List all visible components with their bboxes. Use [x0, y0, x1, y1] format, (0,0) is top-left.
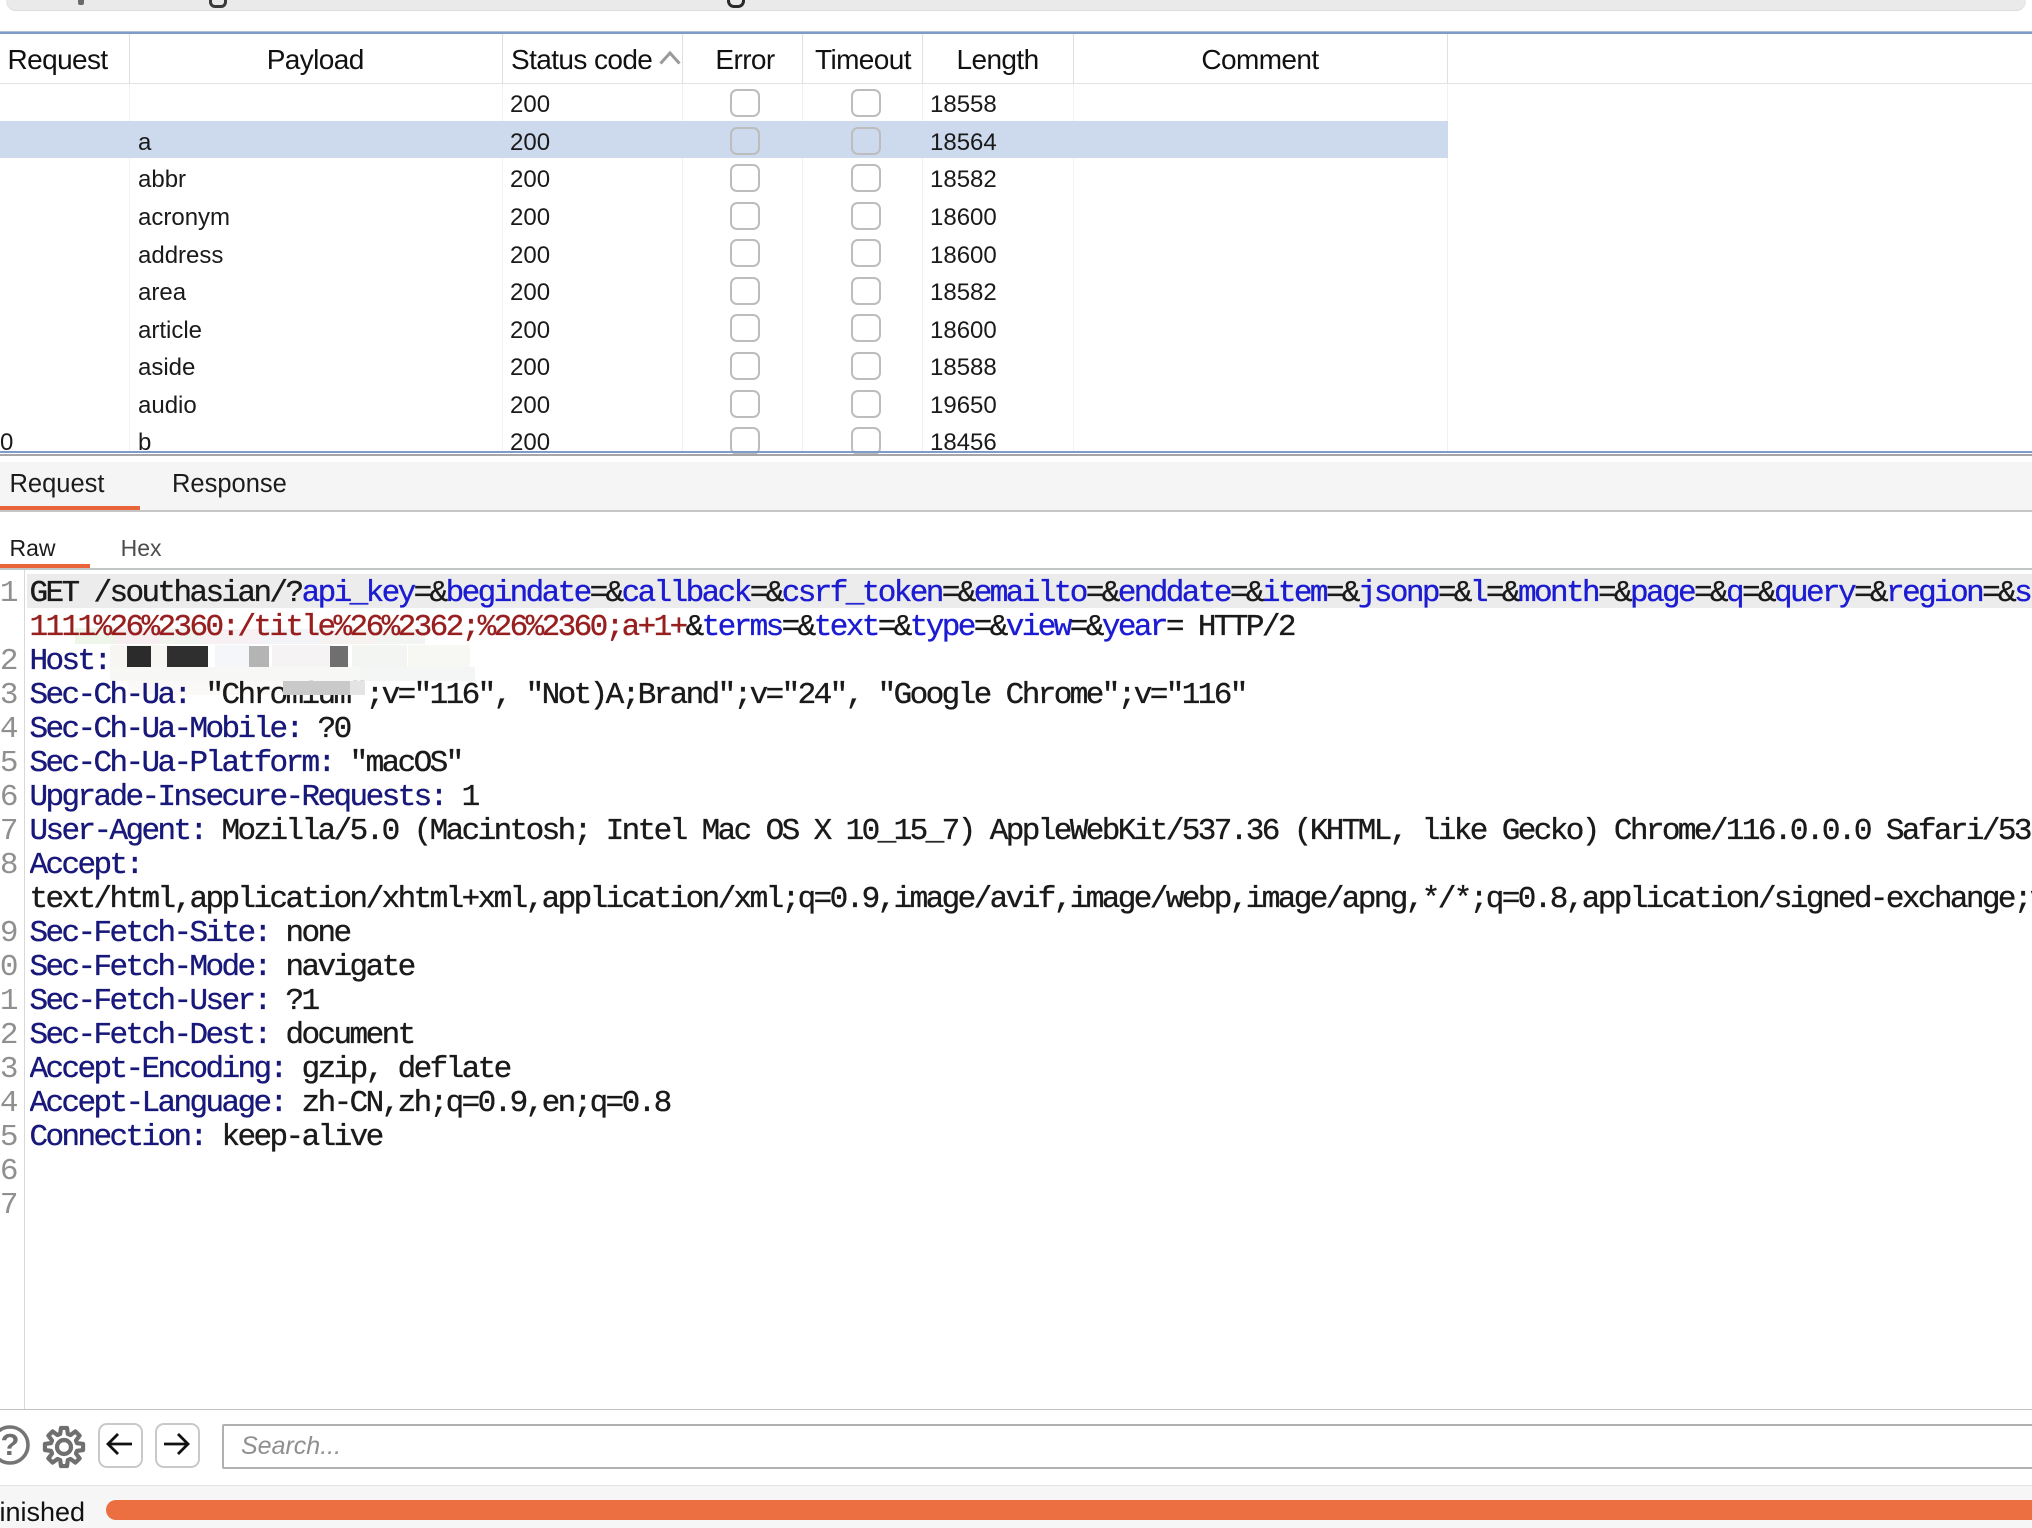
svg-text:?: ?	[1, 1427, 20, 1462]
